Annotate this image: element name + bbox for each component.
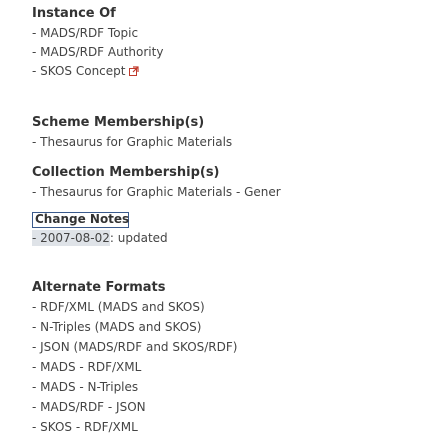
scheme-membership-heading: Scheme Membership(s) bbox=[32, 115, 205, 130]
format-link-label: - MADS - RDF/XML bbox=[32, 360, 142, 374]
collection-membership-item[interactable]: - Thesaurus for Graphic Materials - Gene… bbox=[32, 185, 281, 199]
instance-of-item-topic-label: - MADS/RDF Topic bbox=[32, 26, 139, 40]
change-note-entry: - 2007-08-02: updated bbox=[32, 230, 168, 246]
scheme-membership-item-label: - Thesaurus for Graphic Materials bbox=[32, 135, 233, 149]
instance-of-item-skos-concept-label: - SKOS Concept bbox=[32, 64, 126, 78]
instance-of-item-authority-label: - MADS/RDF Authority bbox=[32, 45, 164, 59]
format-link-label: - MADS/RDF - JSON bbox=[32, 400, 146, 414]
format-link-label: - N-Triples (MADS and SKOS) bbox=[32, 320, 202, 334]
format-link-label: - MADS - N-Triples bbox=[32, 380, 139, 394]
instance-of-item-authority[interactable]: - MADS/RDF Authority bbox=[32, 45, 163, 59]
instance-of-item-skos-concept[interactable]: - SKOS Concept bbox=[32, 64, 140, 78]
change-notes-heading: Change Notes bbox=[35, 212, 130, 226]
format-link-label: - RDF/XML (MADS and SKOS) bbox=[32, 300, 205, 314]
alternate-formats-heading: Alternate Formats bbox=[32, 280, 166, 295]
format-link-madsrdf-json[interactable]: - MADS/RDF - JSON bbox=[32, 400, 146, 414]
change-notes-heading-box: Change Notes bbox=[32, 212, 129, 228]
scheme-membership-item[interactable]: - Thesaurus for Graphic Materials bbox=[32, 135, 232, 149]
format-link-json-mads-skos[interactable]: - JSON (MADS/RDF and SKOS/RDF) bbox=[32, 340, 237, 354]
format-link-rdfxml-mads-skos[interactable]: - RDF/XML (MADS and SKOS) bbox=[32, 300, 205, 314]
instance-of-heading: Instance Of bbox=[32, 6, 116, 21]
page: Instance Of - MADS/RDF Topic - MADS/RDF … bbox=[0, 0, 448, 448]
collection-membership-item-label: - Thesaurus for Graphic Materials - Gene… bbox=[32, 185, 281, 199]
format-link-skos-rdfxml[interactable]: - SKOS - RDF/XML bbox=[32, 420, 138, 434]
format-link-mads-rdfxml[interactable]: - MADS - RDF/XML bbox=[32, 360, 141, 374]
format-link-mads-ntriples[interactable]: - MADS - N-Triples bbox=[32, 380, 138, 394]
external-link-icon[interactable] bbox=[129, 66, 140, 76]
format-link-label: - SKOS - RDF/XML bbox=[32, 420, 138, 434]
format-link-label: - JSON (MADS/RDF and SKOS/RDF) bbox=[32, 340, 238, 354]
change-note-status: : updated bbox=[109, 231, 168, 245]
format-link-ntriples-mads-skos[interactable]: - N-Triples (MADS and SKOS) bbox=[32, 320, 201, 334]
collection-membership-heading: Collection Membership(s) bbox=[32, 165, 220, 180]
instance-of-item-topic[interactable]: - MADS/RDF Topic bbox=[32, 26, 138, 40]
change-note-date: - 2007-08-02 bbox=[32, 230, 110, 246]
